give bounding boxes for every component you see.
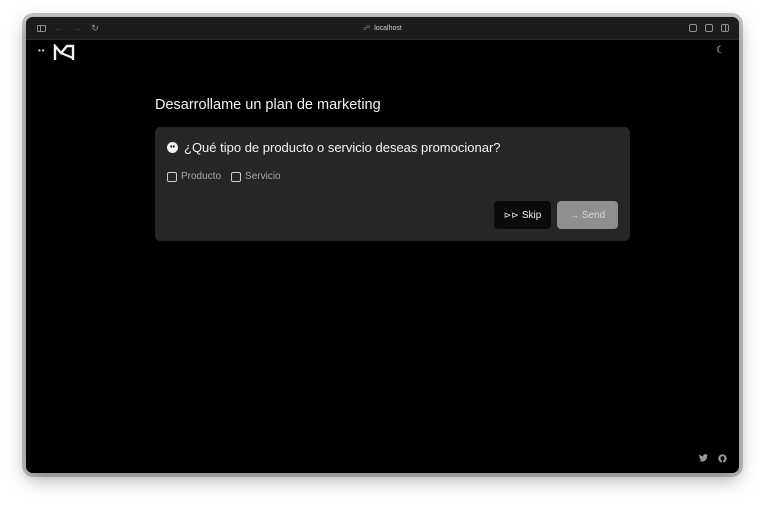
share-icon[interactable] <box>689 24 697 32</box>
forward-icon[interactable]: → <box>72 23 82 33</box>
sidebar-icon[interactable] <box>36 23 46 33</box>
theme-toggle-icon[interactable]: ☾ <box>716 45 725 56</box>
question-card: •• ¿Qué tipo de producto o servicio dese… <box>155 127 630 241</box>
split-view-icon[interactable] <box>721 24 729 32</box>
menu-dots-icon[interactable]: •• <box>38 46 46 55</box>
checkbox-servicio[interactable] <box>231 171 242 182</box>
back-icon[interactable]: ← <box>54 23 64 33</box>
url-text: localhost <box>374 24 402 32</box>
question-row: •• ¿Qué tipo de producto o servicio dese… <box>167 140 501 155</box>
skip-label: Skip <box>521 209 542 221</box>
options-group: Producto Servicio <box>167 171 281 182</box>
option-label: Producto <box>181 171 222 182</box>
option-label: Servicio <box>245 171 281 182</box>
page-content: •• ☾ Desarrollame un plan de marketing •… <box>26 40 739 473</box>
page-title: Desarrollame un plan de marketing <box>155 97 381 113</box>
link-icon: ☍ <box>363 25 371 32</box>
reload-icon[interactable]: ↻ <box>90 23 100 33</box>
send-label: Send <box>581 209 606 221</box>
brand-logo[interactable] <box>53 44 75 62</box>
github-icon[interactable] <box>718 454 727 463</box>
skip-icon: ⊳⊳ <box>503 209 519 220</box>
footer-links <box>699 454 727 463</box>
option-servicio[interactable]: Servicio <box>231 171 281 182</box>
address-bar[interactable]: ☍ localhost <box>26 17 739 39</box>
option-producto[interactable]: Producto <box>167 171 221 182</box>
checkbox-producto[interactable] <box>167 171 177 182</box>
send-button[interactable]: → Send <box>557 201 618 229</box>
skip-button[interactable]: ⊳⊳ Skip <box>494 201 551 229</box>
twitter-icon[interactable] <box>699 454 708 462</box>
question-badge-icon: •• <box>167 142 178 153</box>
arrow-right-icon: → <box>569 210 579 220</box>
browser-toolbar: ← → ↻ ☍ localhost <box>26 17 739 40</box>
tabs-icon[interactable] <box>705 24 713 32</box>
browser-window: ← → ↻ ☍ localhost •• ☾ Desarrollame un p… <box>26 17 739 473</box>
question-text: ¿Qué tipo de producto o servicio deseas … <box>184 140 501 155</box>
